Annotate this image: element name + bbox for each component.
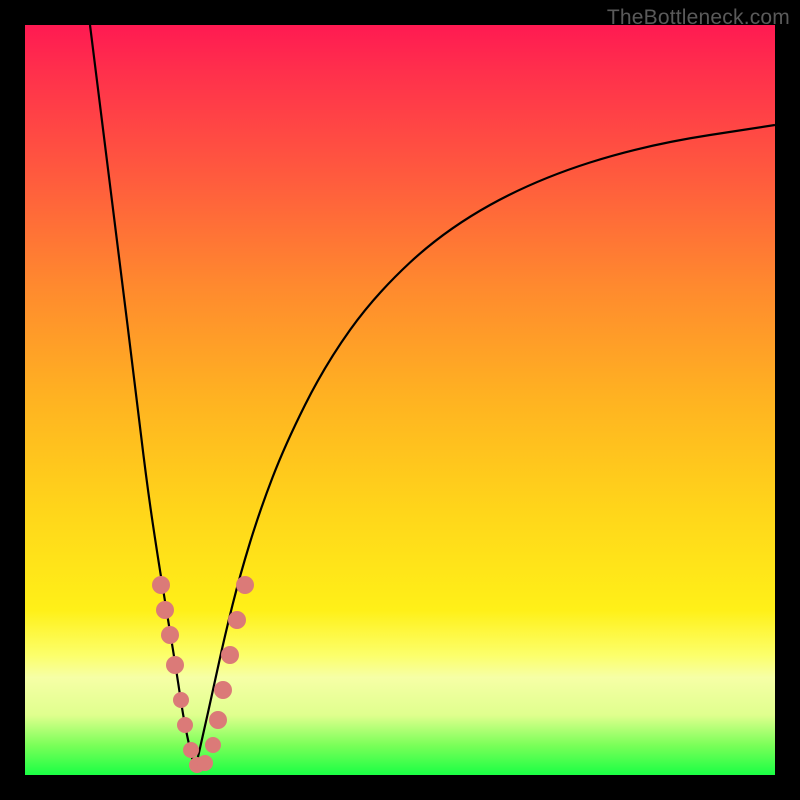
data-point: [161, 626, 179, 644]
data-point: [214, 681, 232, 699]
data-point: [236, 576, 254, 594]
data-points: [152, 576, 254, 773]
data-point: [209, 711, 227, 729]
curve-right: [195, 125, 775, 770]
plot-area: [25, 25, 775, 775]
watermark-text: TheBottleneck.com: [607, 6, 790, 30]
data-point: [166, 656, 184, 674]
data-point: [156, 601, 174, 619]
data-point: [152, 576, 170, 594]
data-point: [177, 717, 193, 733]
data-point: [173, 692, 189, 708]
data-point: [228, 611, 246, 629]
data-point: [197, 755, 213, 771]
bottleneck-curve-svg: [25, 25, 775, 775]
data-point: [183, 742, 199, 758]
data-point: [205, 737, 221, 753]
chart-frame: TheBottleneck.com: [0, 0, 800, 800]
data-point: [221, 646, 239, 664]
